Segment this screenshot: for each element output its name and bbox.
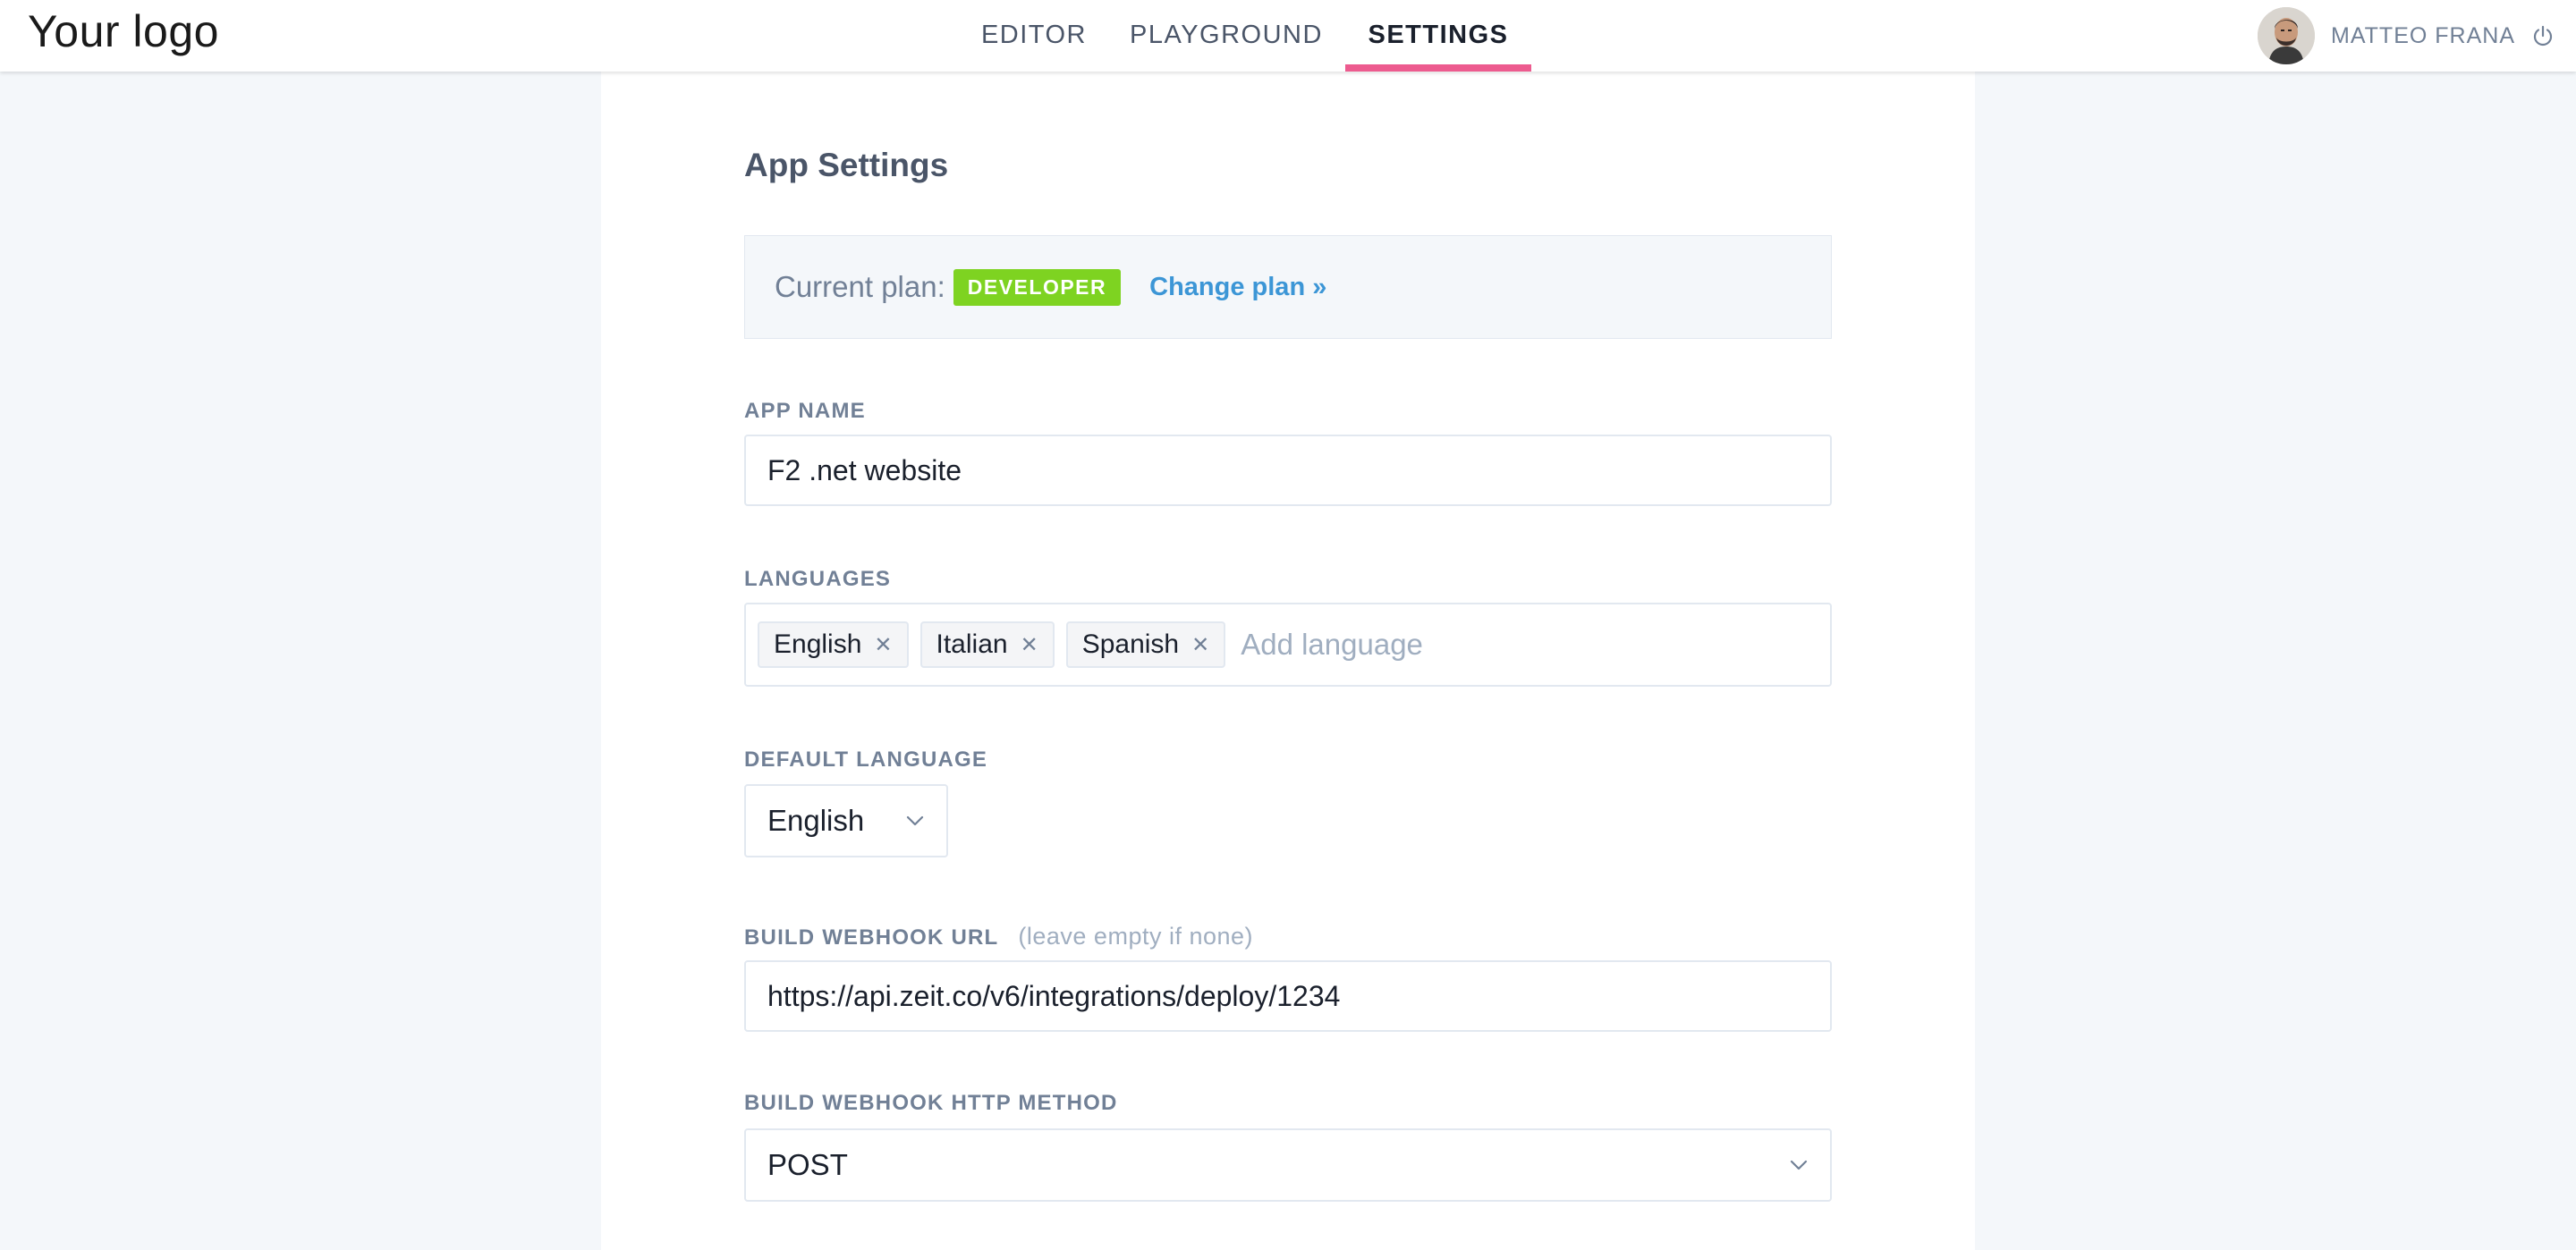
plan-label: Current plan: (775, 270, 945, 303)
languages-label: LANGUAGES (744, 567, 892, 591)
user-photo-icon (2258, 7, 2316, 64)
tab-playground[interactable]: PLAYGROUND (1123, 0, 1329, 72)
remove-tag-icon[interactable]: ✕ (1191, 632, 1209, 658)
webhook-url-label-text: BUILD WEBHOOK URL (744, 925, 999, 950)
settings-panel: App Settings Current plan: DEVELOPER Cha… (601, 72, 1975, 1250)
remove-tag-icon[interactable]: ✕ (1021, 632, 1038, 658)
remove-tag-icon[interactable]: ✕ (874, 632, 892, 658)
webhook-url-label: BUILD WEBHOOK URL (leave empty if none) (744, 923, 1253, 950)
app-logo[interactable]: Your logo (28, 5, 219, 57)
language-tag: Italian ✕ (919, 621, 1055, 668)
active-tab-indicator (1345, 64, 1531, 72)
app-name-label: APP NAME (744, 399, 866, 423)
language-tag: Spanish ✕ (1065, 621, 1226, 668)
webhook-method-value: POST (767, 1148, 848, 1181)
language-tag: English ✕ (758, 621, 909, 668)
default-language-label: DEFAULT LANGUAGE (744, 747, 988, 772)
app-name-input[interactable] (744, 435, 1832, 506)
languages-tag-input[interactable]: English ✕ Italian ✕ Spanish ✕ (744, 603, 1832, 687)
webhook-method-select[interactable]: POST (744, 1128, 1832, 1202)
language-tag-label: English (774, 629, 862, 659)
default-language-value: English (767, 804, 865, 837)
default-language-select[interactable]: English (744, 784, 948, 857)
chevron-down-icon (1790, 1160, 1808, 1170)
tab-settings[interactable]: SETTINGS (1345, 0, 1531, 72)
plan-box: Current plan: DEVELOPER Change plan » (744, 235, 1832, 339)
language-tag-label: Italian (936, 629, 1008, 659)
language-tag-label: Spanish (1081, 629, 1180, 659)
webhook-method-label: BUILD WEBHOOK HTTP METHOD (744, 1091, 1118, 1115)
power-icon[interactable] (2531, 24, 2555, 47)
add-language-input[interactable] (1241, 628, 1429, 662)
change-plan-link[interactable]: Change plan » (1149, 273, 1326, 302)
user-menu[interactable]: MATTEO FRANA (2258, 0, 2555, 72)
webhook-url-hint: (leave empty if none) (1018, 923, 1254, 950)
plan-badge: DEVELOPER (953, 268, 1122, 306)
top-navigation-bar: Your logo EDITOR PLAYGROUND SETTINGS MAT… (0, 0, 2576, 72)
webhook-url-input[interactable] (744, 960, 1832, 1032)
tab-editor[interactable]: EDITOR (973, 0, 1095, 72)
chevron-down-icon (906, 815, 924, 826)
avatar[interactable] (2258, 7, 2316, 64)
user-name[interactable]: MATTEO FRANA (2331, 23, 2515, 49)
page-title: App Settings (744, 147, 949, 183)
